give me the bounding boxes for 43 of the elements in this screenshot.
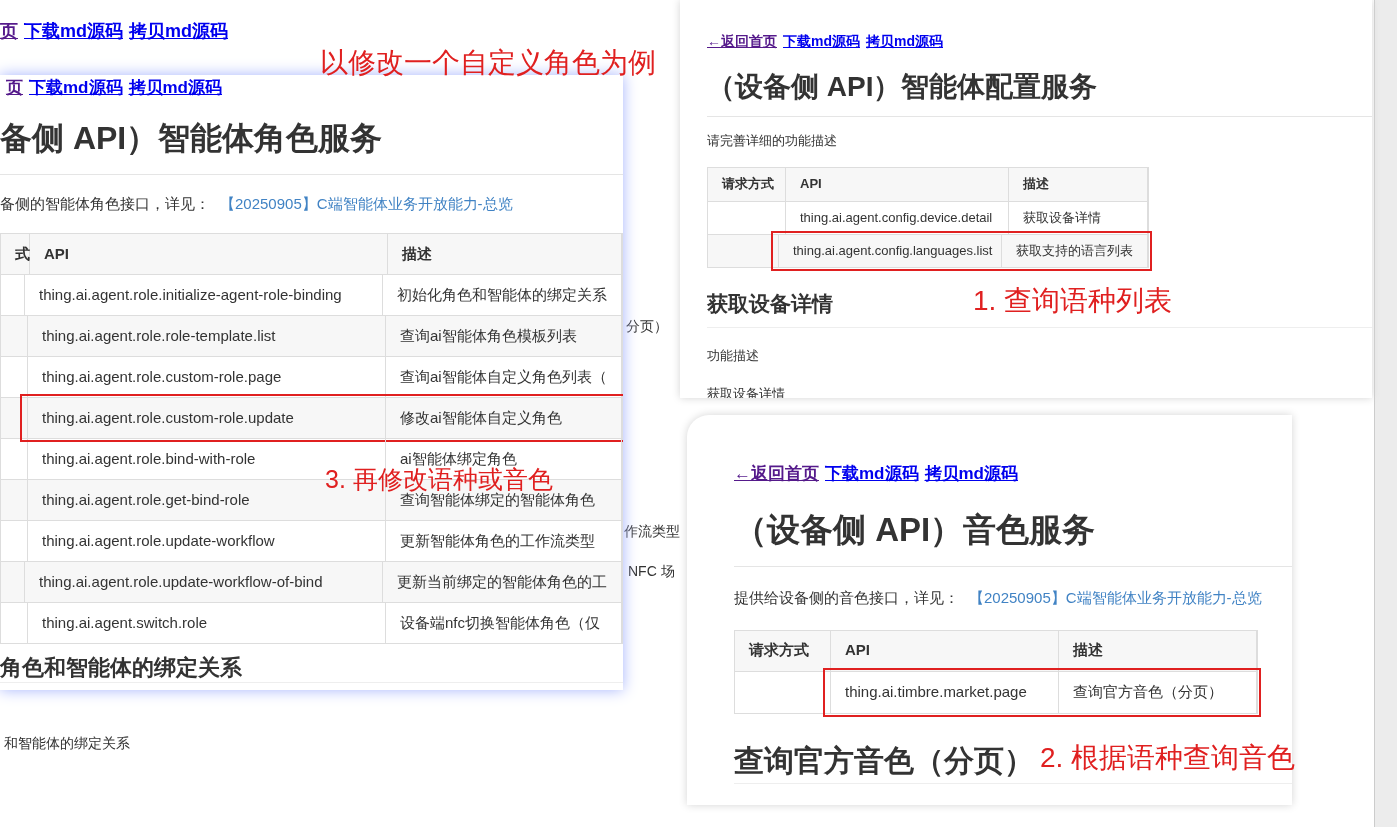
column-header: 请求方式 (708, 167, 786, 201)
description-text: 和智能体的绑定关系 (4, 734, 130, 753)
annotation-text: 2. 根据语种查询音色 (1040, 741, 1296, 775)
intro-text: 备侧的智能体角色接口，详见： (0, 193, 210, 214)
table-cell: 设备端nfc切换智能体角色（仅 (386, 603, 622, 643)
table-cell: 获取设备详情 (1009, 201, 1148, 234)
table-cell: thing.ai.agent.config.device.detail (786, 201, 1009, 234)
doc-link[interactable]: 拷贝md源码 (924, 461, 1018, 487)
table-cell-text: 分页） (626, 317, 668, 336)
page-title: （设备侧 API）智能体配置服务 (707, 66, 1372, 117)
section-heading: 角色和智能体的绑定关系 (0, 654, 623, 683)
doc-link[interactable]: 下载md源码 (29, 75, 123, 101)
doc-link[interactable]: 拷贝md源码 (128, 75, 222, 101)
field-label: 功能描述 (707, 347, 760, 365)
doc-link[interactable]: 下载md源码 (24, 18, 123, 45)
table-cell: 获取支持的语言列表 (1002, 234, 1148, 267)
table-cell: thing.ai.agent.switch.role (28, 603, 386, 643)
doc-link[interactable]: 拷贝md源码 (129, 18, 228, 45)
table-cell: thing.ai.agent.config.languages.list (779, 234, 1002, 267)
annotation-text: 1. 查询语种列表 (973, 284, 1173, 318)
intro-text: 提供给设备侧的音色接口，详见： (734, 588, 959, 608)
column-header: 请求方式 (735, 630, 831, 671)
column-header: 描述 (1059, 630, 1257, 671)
column-header: API (786, 167, 1009, 201)
overview-link[interactable]: 【20250905】C端智能体业务开放能力-总览 (969, 587, 1262, 610)
doc-link[interactable]: 下载md源码 (783, 31, 860, 52)
overview-link[interactable]: 【20250905】C端智能体业务开放能力-总览 (220, 192, 513, 215)
column-header: API (831, 630, 1059, 671)
annotation-text: 以修改一个自定义角色为例 (320, 46, 656, 80)
doc-link[interactable]: 页 (0, 18, 18, 45)
intro-text: 请完善详细的功能描述 (707, 132, 837, 150)
doc-link[interactable]: 下载md源码 (825, 461, 919, 487)
table-cell: thing.ai.timbre.market.page (831, 671, 1059, 713)
table-cell-text: 作流类型 (624, 522, 680, 541)
doc-link[interactable]: ←返回首页 (734, 461, 819, 487)
table-cell: 查询官方音色（分页） (1059, 671, 1257, 713)
doc-link[interactable]: 页 (6, 75, 23, 101)
table-cell-text: NFC 场 (628, 562, 675, 581)
column-header: 描述 (1009, 167, 1148, 201)
doc-link[interactable]: ←返回首页 (707, 31, 777, 52)
page-title: 备侧 API）智能体角色服务 (0, 113, 623, 175)
doc-link[interactable]: 拷贝md源码 (866, 31, 943, 52)
page-title: （设备侧 API）音色服务 (734, 504, 1292, 567)
